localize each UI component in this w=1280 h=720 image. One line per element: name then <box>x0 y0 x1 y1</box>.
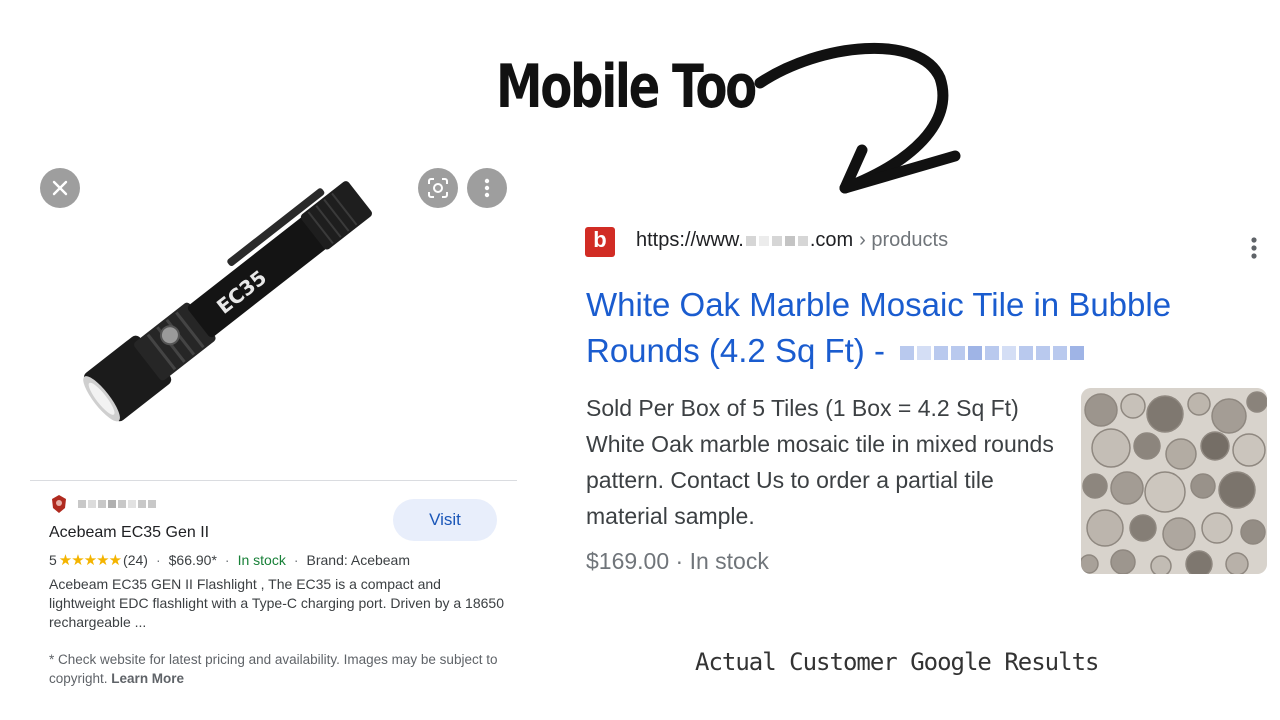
tile-thumbnail[interactable] <box>1081 388 1267 574</box>
site-favicon-icon: b <box>585 227 615 257</box>
product-meta: 5 ★★★★★ (24) · $66.90* · In stock · Bran… <box>49 552 411 569</box>
disclaimer: * Check website for latest pricing and a… <box>49 650 509 688</box>
caption: Actual Customer Google Results <box>695 648 1099 676</box>
more-options-button[interactable] <box>467 168 507 208</box>
learn-more-link[interactable]: Learn More <box>111 671 184 686</box>
flashlight-image: EC35 <box>83 181 372 422</box>
more-vert-icon[interactable] <box>1250 236 1258 260</box>
lens-button[interactable] <box>418 168 458 208</box>
close-icon <box>52 180 68 196</box>
result-snippet: Sold Per Box of 5 Tiles (1 Box = 4.2 Sq … <box>586 395 1054 529</box>
divider <box>30 480 517 481</box>
price: $66.90* <box>168 552 217 568</box>
stock-status: In stock <box>237 552 286 568</box>
close-button[interactable] <box>40 168 80 208</box>
brand: Brand: Acebeam <box>306 552 411 568</box>
arrow-icon <box>754 42 961 194</box>
product-title[interactable]: Acebeam EC35 Gen II <box>49 524 209 542</box>
blurred-site-name <box>900 346 1085 361</box>
url-prefix: https://www. <box>636 229 744 251</box>
result-title[interactable]: White Oak Marble Mosaic Tile in Bubble R… <box>586 282 1236 374</box>
url-breadcrumb: › products <box>859 229 949 251</box>
url-suffix: .com <box>809 229 854 251</box>
source-row[interactable] <box>50 494 156 514</box>
product-description: Acebeam EC35 GEN II Flashlight , The EC3… <box>49 576 504 630</box>
favicon-letter: b <box>593 227 607 252</box>
star-rating-icon: ★★★★★ <box>58 552 122 569</box>
blurred-domain <box>745 235 808 246</box>
lens-icon <box>428 178 448 198</box>
more-vert-icon <box>484 178 490 198</box>
result-price-stock: $169.00 · In stock <box>586 548 769 574</box>
visit-button[interactable]: Visit <box>393 499 497 541</box>
rating-value: 5 <box>49 552 57 568</box>
headline: Mobile Too <box>496 52 757 122</box>
review-count: (24) <box>123 552 148 568</box>
blurred-source-name <box>78 500 156 508</box>
site-logo-icon <box>52 495 66 513</box>
tile-image <box>1081 388 1267 574</box>
result-url[interactable]: https://www. .com › products <box>636 229 948 252</box>
